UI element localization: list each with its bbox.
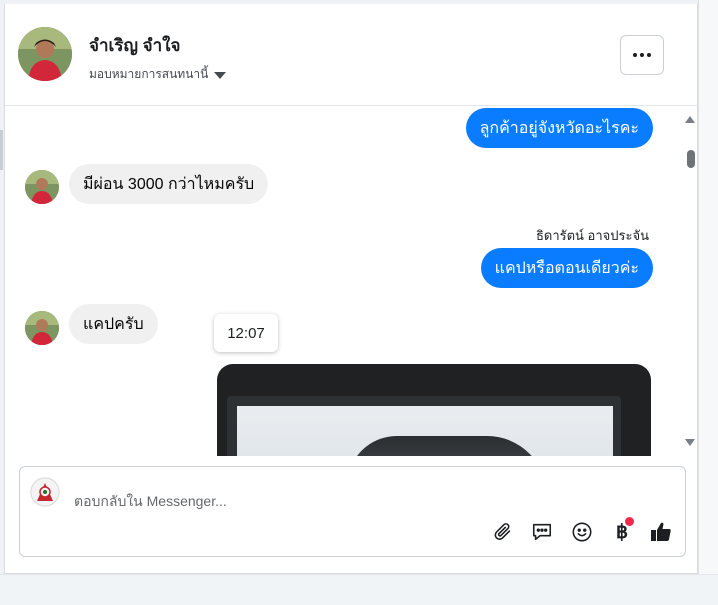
contact-name: จำเริญ จำใจ: [89, 36, 181, 55]
assign-conversation-dropdown[interactable]: มอบหมายการสนทนานี้: [89, 65, 227, 84]
baht-payment-icon[interactable]: ฿: [609, 517, 635, 545]
paperclip-icon[interactable]: [490, 519, 516, 545]
message-bubble-incoming[interactable]: แคปครับ: [69, 304, 158, 344]
more-icon: [633, 53, 637, 57]
message-bubble-outgoing[interactable]: ลูกค้าอยู่จังหวัดอะไรคะ: [465, 108, 653, 148]
sender-name: ธิดารัตน์ อาจประจัน: [535, 228, 649, 243]
reply-input[interactable]: ตอบกลับใน Messenger...: [74, 491, 227, 513]
more-options-button[interactable]: [620, 35, 664, 75]
left-scroll-marker: [0, 130, 3, 170]
car-photo: [237, 406, 613, 456]
assign-label: มอบหมายการสนทนานี้: [89, 67, 209, 81]
scroll-up-arrow[interactable]: [685, 116, 695, 123]
message-thread[interactable]: ลูกค้าอยู่จังหวัดอะไรคะ มีผ่อน 3000 กว่า…: [5, 106, 699, 456]
emoji-icon[interactable]: [569, 519, 595, 545]
window-edge: [698, 0, 718, 605]
chevron-down-icon: [214, 71, 227, 79]
timestamp-tooltip: 12:07: [214, 314, 278, 352]
conversation-header: จำเริญ จำใจ มอบหมายการสนทนานี้: [5, 4, 699, 106]
image-attachment[interactable]: [217, 364, 651, 456]
contact-avatar-small: [25, 311, 59, 345]
page-avatar: [30, 477, 60, 507]
contact-avatar[interactable]: [18, 27, 72, 81]
saved-reply-icon[interactable]: [529, 519, 555, 545]
taskbar-strip: [0, 574, 718, 605]
message-bubble-outgoing[interactable]: แคปหรือตอนเดียวค่ะ: [480, 248, 653, 288]
message-bubble-incoming[interactable]: มีผ่อน 3000 กว่าไหมครับ: [69, 164, 269, 204]
notification-dot: [625, 517, 634, 526]
scrollbar-thumb[interactable]: [687, 150, 695, 168]
scroll-down-arrow[interactable]: [685, 439, 695, 446]
thumbs-up-icon[interactable]: [648, 519, 674, 545]
car-image: [347, 436, 547, 456]
message-composer[interactable]: ตอบกลับใน Messenger... ฿: [19, 466, 686, 557]
contact-avatar-small: [25, 170, 59, 204]
conversation-panel: จำเริญ จำใจ มอบหมายการสนทนานี้ ลูกค้าอยู…: [4, 4, 699, 574]
